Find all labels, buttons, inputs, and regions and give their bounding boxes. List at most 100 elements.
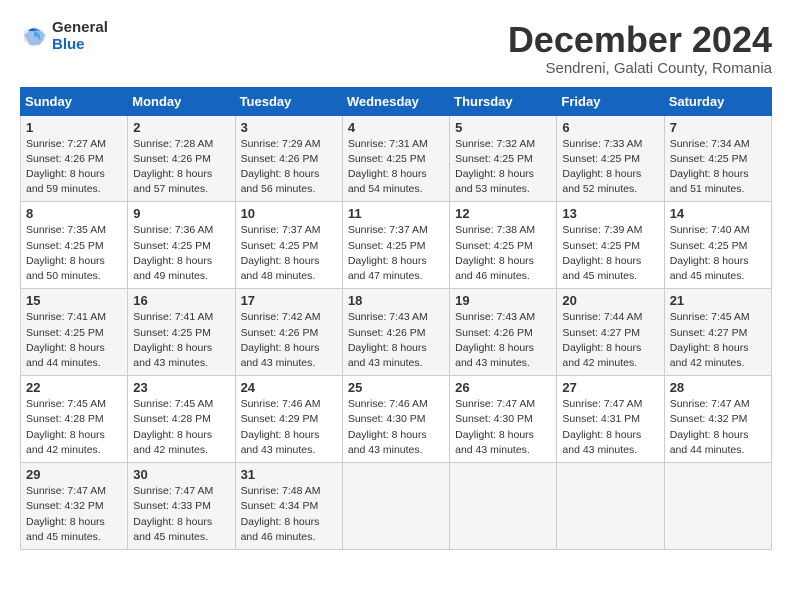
cell-info: Sunrise: 7:46 AMSunset: 4:30 PMDaylight:…	[348, 398, 428, 456]
day-cell-30: 30Sunrise: 7:47 AMSunset: 4:33 PMDayligh…	[128, 463, 235, 550]
cell-info: Sunrise: 7:29 AMSunset: 4:26 PMDaylight:…	[241, 138, 321, 196]
day-number: 26	[455, 380, 551, 395]
cell-info: Sunrise: 7:28 AMSunset: 4:26 PMDaylight:…	[133, 138, 213, 196]
week-row-2: 8 Sunrise: 7:35 AMSunset: 4:25 PMDaylight…	[21, 202, 772, 289]
week-row-5: 29Sunrise: 7:47 AMSunset: 4:32 PMDayligh…	[21, 463, 772, 550]
week-row-1: 1Sunrise: 7:27 AMSunset: 4:26 PMDaylight…	[21, 115, 772, 202]
day-number: 8	[26, 206, 122, 221]
title-block: December 2024 Sendreni, Galati County, R…	[508, 20, 772, 77]
day-cell-29: 29Sunrise: 7:47 AMSunset: 4:32 PMDayligh…	[21, 463, 128, 550]
day-number: 2	[133, 120, 229, 135]
cell-info: Sunrise: 7:37 AMSunset: 4:25 PMDaylight:…	[241, 224, 321, 282]
day-cell-31: 31 Sunrise: 7:48 AMSunset: 4:34 PMDayligh…	[235, 463, 342, 550]
day-cell-24: 24 Sunrise: 7:46 AMSunset: 4:29 PMDayligh…	[235, 376, 342, 463]
cell-info: Sunrise: 7:47 AMSunset: 4:31 PMDaylight:…	[562, 398, 642, 456]
cell-info: Sunrise: 7:48 AMSunset: 4:34 PMDaylight:…	[241, 485, 321, 543]
day-number: 6	[562, 120, 658, 135]
logo-icon	[20, 23, 48, 51]
cell-info: Sunrise: 7:37 AMSunset: 4:25 PMDaylight:…	[348, 224, 428, 282]
cell-info: Sunrise: 7:43 AMSunset: 4:26 PMDaylight:…	[348, 311, 428, 369]
month-title: December 2024	[508, 20, 772, 60]
day-cell-12: 12Sunrise: 7:38 AMSunset: 4:25 PMDayligh…	[450, 202, 557, 289]
cell-info: Sunrise: 7:36 AMSunset: 4:25 PMDaylight:…	[133, 224, 213, 282]
day-number: 14	[670, 206, 766, 221]
day-cell-10: 10 Sunrise: 7:37 AMSunset: 4:25 PMDayligh…	[235, 202, 342, 289]
day-cell-26: 26 Sunrise: 7:47 AMSunset: 4:30 PMDayligh…	[450, 376, 557, 463]
empty-cell	[342, 463, 449, 550]
col-header-monday: Monday	[128, 87, 235, 115]
col-header-friday: Friday	[557, 87, 664, 115]
cell-info: Sunrise: 7:39 AMSunset: 4:25 PMDaylight:…	[562, 224, 642, 282]
day-number: 28	[670, 380, 766, 395]
day-cell-4: 4 Sunrise: 7:31 AMSunset: 4:25 PMDaylight…	[342, 115, 449, 202]
day-cell-8: 8 Sunrise: 7:35 AMSunset: 4:25 PMDaylight…	[21, 202, 128, 289]
cell-info: Sunrise: 7:40 AMSunset: 4:25 PMDaylight:…	[670, 224, 750, 282]
day-cell-28: 28 Sunrise: 7:47 AMSunset: 4:32 PMDayligh…	[664, 376, 771, 463]
cell-info: Sunrise: 7:27 AMSunset: 4:26 PMDaylight:…	[26, 138, 106, 196]
col-header-saturday: Saturday	[664, 87, 771, 115]
day-cell-27: 27 Sunrise: 7:47 AMSunset: 4:31 PMDayligh…	[557, 376, 664, 463]
day-cell-18: 18Sunrise: 7:43 AMSunset: 4:26 PMDayligh…	[342, 289, 449, 376]
day-number: 20	[562, 293, 658, 308]
day-cell-7: 7 Sunrise: 7:34 AMSunset: 4:25 PMDaylight…	[664, 115, 771, 202]
day-number: 10	[241, 206, 337, 221]
day-number: 29	[26, 467, 122, 482]
day-cell-5: 5 Sunrise: 7:32 AMSunset: 4:25 PMDaylight…	[450, 115, 557, 202]
col-header-sunday: Sunday	[21, 87, 128, 115]
day-cell-21: 21 Sunrise: 7:45 AMSunset: 4:27 PMDayligh…	[664, 289, 771, 376]
day-number: 31	[241, 467, 337, 482]
day-number: 4	[348, 120, 444, 135]
logo-blue: Blue	[52, 37, 108, 54]
day-cell-20: 20 Sunrise: 7:44 AMSunset: 4:27 PMDayligh…	[557, 289, 664, 376]
day-number: 30	[133, 467, 229, 482]
day-cell-3: 3Sunrise: 7:29 AMSunset: 4:26 PMDaylight…	[235, 115, 342, 202]
col-header-tuesday: Tuesday	[235, 87, 342, 115]
day-number: 22	[26, 380, 122, 395]
cell-info: Sunrise: 7:46 AMSunset: 4:29 PMDaylight:…	[241, 398, 321, 456]
day-cell-25: 25Sunrise: 7:46 AMSunset: 4:30 PMDayligh…	[342, 376, 449, 463]
day-number: 27	[562, 380, 658, 395]
logo-text: General Blue	[52, 20, 108, 53]
day-cell-1: 1Sunrise: 7:27 AMSunset: 4:26 PMDaylight…	[21, 115, 128, 202]
col-header-thursday: Thursday	[450, 87, 557, 115]
cell-info: Sunrise: 7:35 AMSunset: 4:25 PMDaylight:…	[26, 224, 106, 282]
day-number: 7	[670, 120, 766, 135]
day-number: 12	[455, 206, 551, 221]
cell-info: Sunrise: 7:43 AMSunset: 4:26 PMDaylight:…	[455, 311, 535, 369]
day-cell-23: 23Sunrise: 7:45 AMSunset: 4:28 PMDayligh…	[128, 376, 235, 463]
cell-info: Sunrise: 7:45 AMSunset: 4:28 PMDaylight:…	[26, 398, 106, 456]
cell-info: Sunrise: 7:41 AMSunset: 4:25 PMDaylight:…	[26, 311, 106, 369]
header-row: SundayMondayTuesdayWednesdayThursdayFrid…	[21, 87, 772, 115]
day-cell-16: 16Sunrise: 7:41 AMSunset: 4:25 PMDayligh…	[128, 289, 235, 376]
cell-info: Sunrise: 7:34 AMSunset: 4:25 PMDaylight:…	[670, 138, 750, 196]
day-cell-15: 15 Sunrise: 7:41 AMSunset: 4:25 PMDayligh…	[21, 289, 128, 376]
empty-cell	[450, 463, 557, 550]
day-number: 23	[133, 380, 229, 395]
cell-info: Sunrise: 7:47 AMSunset: 4:32 PMDaylight:…	[670, 398, 750, 456]
cell-info: Sunrise: 7:45 AMSunset: 4:27 PMDaylight:…	[670, 311, 750, 369]
day-cell-17: 17 Sunrise: 7:42 AMSunset: 4:26 PMDayligh…	[235, 289, 342, 376]
day-number: 9	[133, 206, 229, 221]
cell-info: Sunrise: 7:31 AMSunset: 4:25 PMDaylight:…	[348, 138, 428, 196]
logo: General Blue	[20, 20, 108, 53]
day-cell-13: 13Sunrise: 7:39 AMSunset: 4:25 PMDayligh…	[557, 202, 664, 289]
calendar-table: SundayMondayTuesdayWednesdayThursdayFrid…	[20, 87, 772, 550]
cell-info: Sunrise: 7:47 AMSunset: 4:30 PMDaylight:…	[455, 398, 535, 456]
cell-info: Sunrise: 7:33 AMSunset: 4:25 PMDaylight:…	[562, 138, 642, 196]
day-number: 21	[670, 293, 766, 308]
col-header-wednesday: Wednesday	[342, 87, 449, 115]
day-number: 17	[241, 293, 337, 308]
day-number: 19	[455, 293, 551, 308]
day-number: 5	[455, 120, 551, 135]
cell-info: Sunrise: 7:44 AMSunset: 4:27 PMDaylight:…	[562, 311, 642, 369]
week-row-4: 22 Sunrise: 7:45 AMSunset: 4:28 PMDayligh…	[21, 376, 772, 463]
cell-info: Sunrise: 7:32 AMSunset: 4:25 PMDaylight:…	[455, 138, 535, 196]
day-number: 15	[26, 293, 122, 308]
day-number: 24	[241, 380, 337, 395]
cell-info: Sunrise: 7:42 AMSunset: 4:26 PMDaylight:…	[241, 311, 321, 369]
day-cell-9: 9 Sunrise: 7:36 AMSunset: 4:25 PMDaylight…	[128, 202, 235, 289]
empty-cell	[664, 463, 771, 550]
day-number: 11	[348, 206, 444, 221]
day-cell-22: 22 Sunrise: 7:45 AMSunset: 4:28 PMDayligh…	[21, 376, 128, 463]
day-cell-2: 2 Sunrise: 7:28 AMSunset: 4:26 PMDaylight…	[128, 115, 235, 202]
